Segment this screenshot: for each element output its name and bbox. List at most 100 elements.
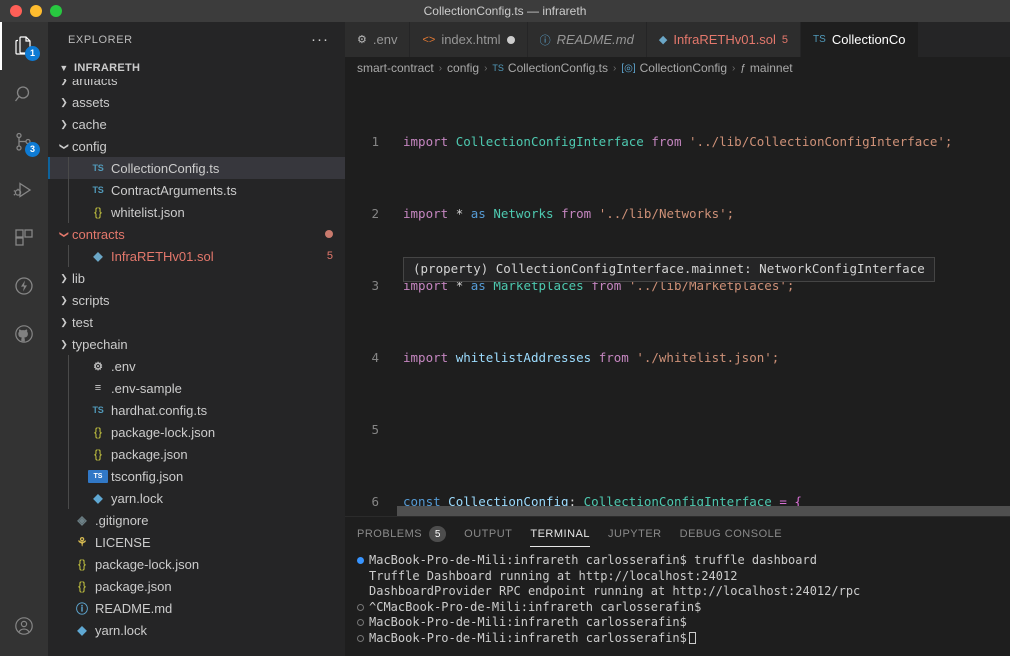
line-number: 1	[371, 134, 379, 149]
problems-count-badge: 5	[429, 526, 447, 542]
tree-item-readme-md[interactable]: ⓘ README.md	[48, 597, 345, 619]
activitybar-item-explorer[interactable]: 1	[0, 22, 48, 70]
indent-guide	[68, 465, 69, 487]
tree-item-infrarethv01-sol[interactable]: ◆ InfraRETHv01.sol 5	[48, 245, 345, 267]
tree-item-package-json[interactable]: {} package.json	[48, 443, 345, 465]
panel-tab-debug-console[interactable]: DEBUG CONSOLE	[680, 517, 782, 551]
sidebar-more-actions-icon[interactable]: ···	[311, 32, 329, 47]
tree-item-contracts[interactable]: ❯ contracts	[48, 223, 345, 245]
editor-tab-index-html[interactable]: <> index.html	[410, 22, 528, 57]
tree-item-artifacts[interactable]: ❯ artifacts	[48, 79, 345, 91]
breadcrumb-item[interactable]: CollectionConfig	[640, 61, 727, 75]
editor-tab-infrarethv01-sol[interactable]: ◆ InfraRETHv01.sol 5	[646, 22, 802, 57]
workspace-root-row[interactable]: ▼ INFRARETH	[48, 57, 345, 79]
tree-item-gitignore[interactable]: ◈ .gitignore	[48, 509, 345, 531]
tree-item-tsconfig-json[interactable]: TS tsconfig.json	[48, 465, 345, 487]
tree-item-package-lock-json[interactable]: {} package-lock.json	[48, 421, 345, 443]
tree-item-scripts[interactable]: ❯ scripts	[48, 289, 345, 311]
activitybar-item-search[interactable]	[0, 70, 48, 118]
tree-item-contractarguments-ts[interactable]: TS ContractArguments.ts	[48, 179, 345, 201]
editor-tab-label: README.md	[556, 32, 634, 47]
editor-area: ⚙ .env <> index.html ⓘ README.md ◆ InfraRETHv01…	[345, 22, 1010, 656]
breadcrumb-item[interactable]: smart-contract	[357, 61, 434, 75]
tree-item-label: test	[72, 314, 93, 330]
tree-item-env[interactable]: ⚙ .env	[48, 355, 345, 377]
tree-item-yarn-lock[interactable]: ◆ yarn.lock	[48, 619, 345, 641]
activitybar-item-source-control[interactable]: 3	[0, 118, 48, 166]
breadcrumb-separator-icon: ›	[438, 62, 443, 74]
panel-tab-jupyter[interactable]: JUPYTER	[608, 517, 662, 551]
panel-tab-label: JUPYTER	[608, 528, 662, 540]
tree-item-test[interactable]: ❯ test	[48, 311, 345, 333]
tree-item-assets[interactable]: ❯ assets	[48, 91, 345, 113]
yarn-file-icon: ◆	[77, 623, 87, 637]
tree-item-config[interactable]: ❯ config	[48, 135, 345, 157]
explorer-badge: 1	[25, 46, 40, 61]
breadcrumb-item[interactable]: CollectionConfig.ts	[508, 61, 608, 75]
tree-item-yarn-lock[interactable]: ◆ yarn.lock	[48, 487, 345, 509]
maximize-window-button[interactable]	[50, 5, 62, 17]
panel-tab-problems[interactable]: PROBLEMS 5	[357, 517, 447, 551]
tree-item-collectionconfig-ts[interactable]: TS CollectionConfig.ts	[48, 157, 345, 179]
minimize-window-button[interactable]	[30, 5, 42, 17]
editor-horizontal-scrollbar[interactable]	[397, 506, 1010, 516]
indent-guide	[68, 377, 69, 399]
hover-tooltip: (property) CollectionConfigInterface.mai…	[403, 257, 935, 282]
code-editor[interactable]: 1 import CollectionConfigInterface from …	[345, 79, 1010, 516]
extensions-icon	[12, 226, 36, 250]
code-content[interactable]: 1 import CollectionConfigInterface from …	[345, 79, 1010, 516]
tree-item-typechain[interactable]: ❯ typechain	[48, 333, 345, 355]
editor-tab-collectionco[interactable]: TS CollectionCo	[801, 22, 919, 57]
panel-tab-bar[interactable]: PROBLEMS 5 OUTPUT TERMINAL JUPYTER DEBUG CONS…	[345, 517, 1010, 551]
line-number: 6	[371, 494, 379, 509]
scrollbar-thumb[interactable]	[397, 506, 1010, 516]
command-decoration-icon	[357, 603, 369, 611]
line-text: import * as Networks from '../lib/Networ…	[403, 206, 735, 221]
indent-guide	[68, 487, 69, 509]
tree-item-hardhat-config-ts[interactable]: TS hardhat.config.ts	[48, 399, 345, 421]
breadcrumb-item[interactable]: config	[447, 61, 479, 75]
tree-item-package-json[interactable]: {} package.json	[48, 575, 345, 597]
window-controls[interactable]	[0, 5, 62, 17]
tree-item-env-sample[interactable]: ≡ .env-sample	[48, 377, 345, 399]
panel-tab-terminal[interactable]: TERMINAL	[530, 517, 590, 551]
file-tree[interactable]: ❯ artifacts ❯ assets ❯ cache ❯ config TS Collecti…	[48, 79, 345, 656]
error-dot-badge	[325, 230, 333, 238]
activitybar-item-thunder-client[interactable]	[0, 262, 48, 310]
editor-tab-env[interactable]: ⚙ .env	[345, 22, 411, 57]
bottom-panel: PROBLEMS 5 OUTPUT TERMINAL JUPYTER DEBUG CONS…	[345, 516, 1010, 656]
breadcrumb[interactable]: smart-contract › config › TS CollectionConfig…	[345, 57, 1010, 79]
tree-item-label: .gitignore	[95, 512, 149, 528]
tree-item-lib[interactable]: ❯ lib	[48, 267, 345, 289]
panel-tab-output[interactable]: OUTPUT	[464, 517, 512, 551]
thunder-icon	[12, 274, 36, 298]
tree-item-whitelist-json[interactable]: {} whitelist.json	[48, 201, 345, 223]
command-decoration-icon	[357, 557, 369, 565]
indent-guide	[68, 201, 69, 223]
tree-item-label: artifacts	[72, 79, 118, 88]
editor-tab-readme-md[interactable]: ⓘ README.md	[527, 22, 647, 57]
tree-item-label: yarn.lock	[111, 490, 164, 506]
chevron-right-icon: ❯	[60, 316, 68, 327]
unsaved-indicator-icon[interactable]	[506, 35, 515, 44]
activitybar-item-accounts[interactable]	[0, 602, 48, 650]
tree-item-license[interactable]: ⚘ LICENSE	[48, 531, 345, 553]
indent-guide	[68, 399, 69, 421]
gear-icon: ⚙	[93, 360, 103, 373]
tree-item-package-lock-json[interactable]: {} package-lock.json	[48, 553, 345, 575]
command-decoration-icon	[357, 619, 369, 627]
account-icon	[12, 614, 36, 638]
breadcrumb-item[interactable]: mainnet	[750, 61, 793, 75]
close-window-button[interactable]	[10, 5, 22, 17]
tree-item-cache[interactable]: ❯ cache	[48, 113, 345, 135]
editor-tab-bar[interactable]: ⚙ .env <> index.html ⓘ README.md ◆ InfraRETHv01…	[345, 22, 1010, 57]
terminal-output[interactable]: MacBook-Pro-de-Mili:infrareth carlossera…	[345, 551, 1010, 656]
indent-guide	[68, 421, 69, 443]
activitybar-item-extensions[interactable]	[0, 214, 48, 262]
activitybar-item-run-and-debug[interactable]	[0, 166, 48, 214]
activitybar-item-github[interactable]	[0, 310, 48, 358]
tree-item-label: config	[72, 138, 107, 154]
gear-icon: ⚙	[357, 34, 367, 46]
sidebar-header: EXPLORER ···	[48, 22, 345, 57]
activity-bar: 1 3	[0, 22, 48, 656]
